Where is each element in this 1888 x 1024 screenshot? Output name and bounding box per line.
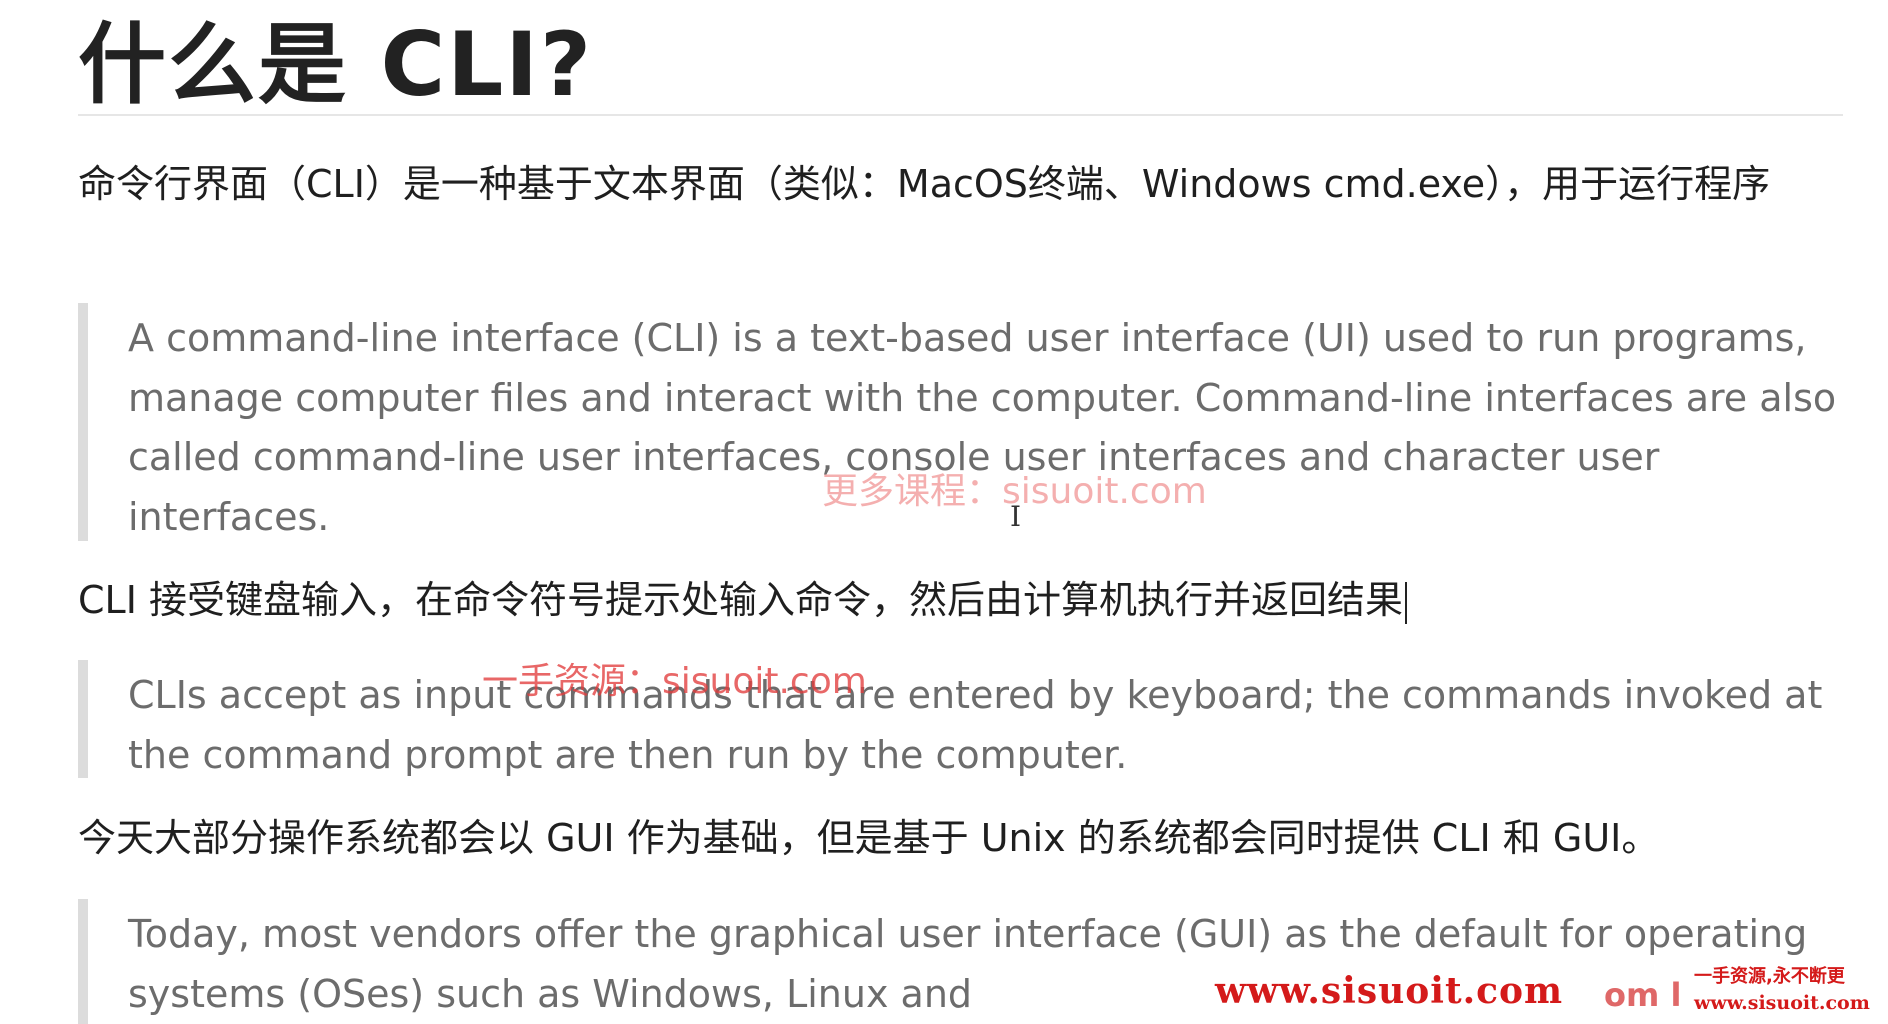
blockquote-gui-default: Today, most vendors offer the graphical … [78, 899, 1838, 1024]
page-title: 什么是 CLI? [78, 13, 594, 116]
blockquote-cli-input: CLIs accept as input commands that are e… [78, 660, 1838, 778]
document-page: 什么是 CLI? 命令行界面（CLI）是一种基于文本界面（类似：MacOS终端、… [0, 0, 1888, 1024]
quote-text: A command-line interface (CLI) is a text… [128, 316, 1837, 539]
text-cursor [1405, 581, 1407, 624]
paragraph-cli-definition-zh: 命令行界面（CLI）是一种基于文本界面（类似：MacOS终端、Windows c… [78, 162, 1771, 206]
title-divider [78, 114, 1843, 116]
blockquote-cli-definition: A command-line interface (CLI) is a text… [78, 303, 1838, 541]
quote-text: Today, most vendors offer the graphical … [128, 912, 1808, 1016]
quote-text: CLIs accept as input commands that are e… [128, 673, 1823, 777]
mouse-ibeam-cursor-icon: I [1010, 500, 1022, 533]
paragraph-gui-cli-zh: 今天大部分操作系统都会以 GUI 作为基础，但是基于 Unix 的系统都会同时提… [78, 816, 1660, 860]
paragraph-cli-input-zh: CLI 接受键盘输入，在命令符号提示处输入命令，然后由计算机执行并返回结果 [78, 570, 1838, 630]
paragraph-text: CLI 接受键盘输入，在命令符号提示处输入命令，然后由计算机执行并返回结果 [78, 578, 1403, 622]
